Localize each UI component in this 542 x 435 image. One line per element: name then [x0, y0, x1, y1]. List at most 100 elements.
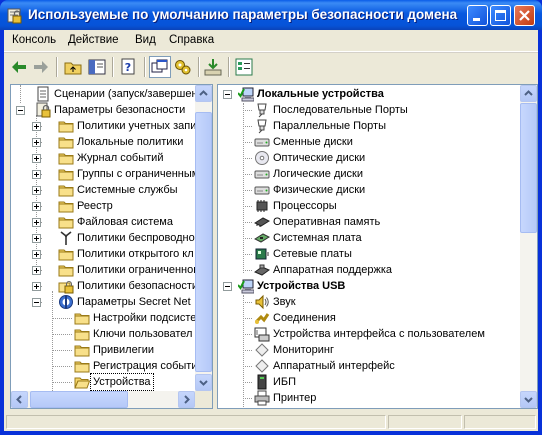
expand-toggle[interactable]: [32, 186, 41, 195]
expand-toggle[interactable]: [32, 202, 41, 211]
device-label: Устройства интерфейса с пользователем: [273, 328, 485, 340]
expand-toggle[interactable]: [32, 234, 41, 243]
folder-icon: [58, 153, 74, 165]
tree-item-label: Реестр: [77, 200, 113, 212]
tree-line: [243, 158, 252, 159]
tree-item-label: Устройства: [90, 373, 154, 391]
ups-icon: [257, 374, 267, 390]
menu-help[interactable]: Справка: [169, 34, 214, 46]
application-window: Используемые по умолчанию параметры безо…: [0, 0, 542, 435]
expand-toggle[interactable]: [32, 138, 41, 147]
tree-horizontal-scrollbar[interactable]: [11, 391, 195, 408]
tree-item-label: Политики безопасности: [77, 280, 199, 292]
scroll-up-button[interactable]: [195, 85, 212, 102]
tree-line: [243, 103, 244, 273]
collapse-toggle[interactable]: [32, 298, 41, 307]
menu-console[interactable]: Консоль: [12, 34, 56, 46]
export-icon[interactable]: [202, 56, 224, 78]
close-button[interactable]: [514, 5, 535, 26]
port-icon: [257, 103, 267, 118]
speaker-icon: [255, 294, 269, 310]
tree-vertical-scrollbar[interactable]: [195, 85, 212, 391]
new-window-button[interactable]: [149, 56, 171, 78]
client-area: Консоль Действие Вид Справка ? Сценарии …: [4, 30, 538, 431]
folder-icon: [58, 217, 74, 229]
collapse-toggle[interactable]: [223, 282, 232, 291]
scroll-right-button[interactable]: [178, 391, 195, 408]
toolbar-separator: [112, 57, 114, 77]
help-icon[interactable]: ?: [118, 56, 140, 78]
tree-item-label: Политики открытого кл: [77, 248, 194, 260]
scroll-left-button[interactable]: [11, 391, 28, 408]
collapse-toggle[interactable]: [16, 106, 25, 115]
title-bar[interactable]: Используемые по умолчанию параметры безо…: [0, 0, 542, 30]
maximize-icon: [495, 10, 506, 21]
scroll-up-button[interactable]: [520, 85, 537, 102]
folder-icon: [58, 137, 74, 149]
settings-icon[interactable]: [172, 56, 194, 78]
device-label: Оперативная память: [273, 216, 381, 228]
tree-line: [243, 126, 252, 127]
expand-toggle[interactable]: [32, 266, 41, 275]
console-tree-pane[interactable]: Сценарии (запуск/завершен Параметры безо…: [10, 84, 213, 409]
details-vertical-scrollbar[interactable]: [520, 85, 537, 408]
computer-check-icon: [238, 87, 254, 102]
folder-icon: [58, 169, 74, 181]
tree-line: [243, 190, 252, 191]
tree-line: [52, 382, 72, 383]
security-icon: [36, 102, 51, 118]
collapse-toggle[interactable]: [223, 90, 232, 99]
cd-icon: [255, 151, 269, 165]
expand-toggle[interactable]: [32, 122, 41, 131]
maximize-button[interactable]: [490, 5, 511, 26]
minimize-button[interactable]: [467, 5, 488, 26]
menu-view[interactable]: Вид: [135, 34, 156, 46]
tree-line: [52, 366, 72, 367]
scroll-thumb[interactable]: [520, 103, 537, 233]
properties-icon[interactable]: [233, 56, 255, 78]
device-label: Логические диски: [273, 168, 363, 180]
close-icon: [519, 10, 530, 21]
forward-icon[interactable]: [30, 56, 52, 78]
tree-line: [243, 206, 252, 207]
chevron-left-icon: [16, 395, 22, 404]
expand-toggle[interactable]: [32, 154, 41, 163]
tree-line: [243, 222, 252, 223]
back-icon[interactable]: [8, 56, 30, 78]
hardware-icon: [254, 264, 270, 276]
folder-icon: [74, 345, 90, 357]
expand-toggle[interactable]: [32, 218, 41, 227]
show-hide-tree-icon[interactable]: [86, 56, 108, 78]
printer-icon: [254, 390, 270, 406]
folder-open-icon: [74, 377, 90, 389]
device-label: Звук: [273, 296, 296, 308]
tree-line: [243, 254, 252, 255]
tree-item-label: Локальные политики: [77, 136, 184, 148]
tree-line: [243, 382, 252, 383]
expand-toggle[interactable]: [32, 282, 41, 291]
expand-toggle[interactable]: [32, 250, 41, 259]
tree-line: [243, 334, 252, 335]
script-icon: [37, 86, 49, 102]
tree-item-label: Политики беспроводной: [77, 232, 201, 244]
device-label: Системная плата: [273, 232, 362, 244]
scroll-thumb[interactable]: [195, 112, 212, 372]
device-label: Принтер: [273, 392, 317, 404]
tree-item-label: Параметры безопасности: [54, 104, 186, 116]
tree-line: [243, 350, 252, 351]
menu-action[interactable]: Действие: [68, 34, 119, 46]
scroll-thumb[interactable]: [30, 391, 128, 408]
scroll-down-button[interactable]: [520, 391, 537, 408]
device-label: Локальные устройства: [257, 88, 384, 100]
expand-toggle[interactable]: [32, 170, 41, 179]
device-label: Аппаратный интерфейс: [273, 360, 395, 372]
keyboard-icon: [254, 327, 270, 342]
up-folder-icon[interactable]: [62, 56, 84, 78]
chevron-up-icon: [199, 90, 208, 96]
folder-icon: [74, 361, 90, 373]
scroll-down-button[interactable]: [195, 374, 212, 391]
details-pane[interactable]: Локальные устройства Последовательные Пор…: [217, 84, 538, 409]
chevron-down-icon: [199, 380, 208, 386]
secretnet-icon: [59, 295, 73, 309]
folder-icon: [58, 249, 74, 261]
